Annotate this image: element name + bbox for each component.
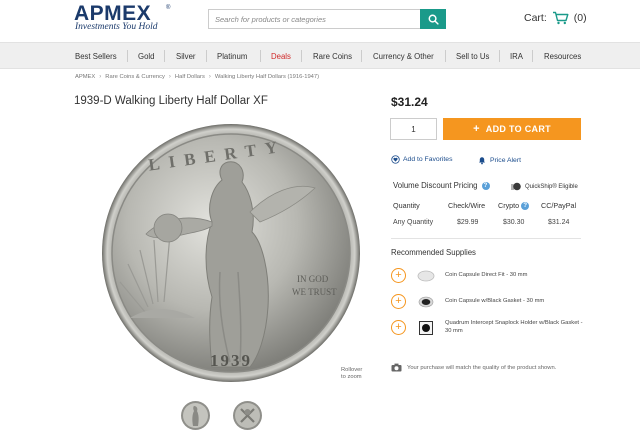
nav-divider — [499, 50, 500, 62]
nav-divider — [445, 50, 446, 62]
nav-gold[interactable]: Gold — [138, 43, 154, 69]
product-image[interactable]: LIBERTY IN GOD WE TRUST 1939 — [100, 122, 362, 384]
logo-registered-mark: ® — [166, 5, 171, 11]
plus-icon: + — [473, 122, 480, 135]
pricing-cell-crypto: $30.30 — [503, 219, 525, 226]
svg-text:1939: 1939 — [210, 351, 252, 370]
recommended-item-name[interactable]: Coin Capsule Direct Fit - 30 mm — [445, 271, 585, 279]
capsule-image — [417, 269, 435, 283]
rollover-line: Rollover — [341, 367, 363, 373]
chevron-right-icon: › — [168, 74, 171, 80]
product-quality-note: Your purchase will match the quality of … — [391, 363, 556, 372]
quickship-icon — [511, 182, 521, 191]
nav-silver[interactable]: Silver — [176, 43, 196, 69]
heart-plus-icon — [391, 155, 400, 164]
column-header-quantity: Quantity — [393, 201, 420, 210]
divider — [391, 238, 581, 239]
cart-link[interactable]: Cart: (0) — [524, 11, 587, 25]
recommended-supplies-title: Recommended Supplies — [391, 248, 476, 257]
gasket-capsule-image — [417, 295, 435, 309]
svg-text:IN GOD: IN GOD — [297, 274, 329, 284]
help-icon[interactable]: ? — [481, 181, 490, 190]
column-header-crypto: Crypto ? — [498, 201, 530, 210]
nav-divider — [164, 50, 165, 62]
nav-ira[interactable]: IRA — [510, 43, 523, 69]
nav-divider — [206, 50, 207, 62]
bell-icon — [479, 157, 485, 165]
main-nav: Best Sellers Gold Silver Platinum Deals … — [0, 42, 640, 69]
coin-thumbnail-image — [181, 401, 210, 430]
quantity-input[interactable] — [390, 118, 437, 140]
chevron-right-icon: › — [99, 74, 102, 80]
chevron-right-icon: › — [208, 74, 211, 80]
volume-discount-title: Volume Discount Pricing ? — [393, 181, 490, 190]
column-header-cc-paypal: CC/PayPal — [541, 201, 577, 210]
breadcrumb-item[interactable]: Walking Liberty Half Dollars (1916-1947) — [215, 74, 319, 80]
nav-divider — [260, 50, 261, 62]
camera-icon — [391, 363, 402, 372]
cart-icon — [552, 11, 569, 25]
product-price: $31.24 — [391, 95, 428, 109]
recommended-item-name[interactable]: Quadrum Intercept Snaplock Holder w/Blac… — [445, 319, 585, 335]
product-title: 1939-D Walking Liberty Half Dollar XF — [74, 95, 268, 107]
pricing-cell-quantity: Any Quantity — [393, 219, 434, 226]
recommended-item: + Coin Capsule w/Black Gasket - 30 mm — [391, 294, 544, 309]
pricing-cell-check-wire: $29.99 — [457, 219, 479, 226]
site-header: APMEX ® Investments You Hold Cart: (0) — [0, 0, 640, 42]
help-icon[interactable]: ? — [521, 201, 530, 210]
search-button[interactable] — [420, 9, 446, 29]
add-supply-button[interactable]: + — [391, 268, 406, 283]
cart-count: (0) — [573, 12, 587, 24]
nav-divider — [361, 50, 362, 62]
apmex-logo[interactable]: APMEX ® Investments You Hold — [74, 2, 174, 36]
nav-best-sellers[interactable]: Best Sellers — [75, 43, 117, 69]
recommended-item: + Coin Capsule Direct Fit - 30 mm — [391, 268, 527, 283]
price-alert-link[interactable]: Price Alert — [477, 155, 521, 165]
breadcrumb-item[interactable]: APMEX — [75, 74, 95, 80]
add-supply-button[interactable]: + — [391, 320, 406, 335]
snaplock-holder-image — [417, 320, 435, 335]
nav-rare-coins[interactable]: Rare Coins — [313, 43, 352, 69]
volume-discount-label: Volume Discount Pricing — [393, 181, 478, 190]
recommended-item-name[interactable]: Coin Capsule w/Black Gasket - 30 mm — [445, 297, 585, 305]
nav-divider — [127, 50, 128, 62]
add-to-cart-label: ADD TO CART — [485, 124, 551, 134]
cart-label: Cart: — [524, 12, 547, 24]
nav-resources[interactable]: Resources — [544, 43, 581, 69]
add-supply-button[interactable]: + — [391, 294, 406, 309]
thumbnail-reverse[interactable] — [232, 400, 263, 431]
quickship-badge: QuickShip® Eligible — [511, 182, 578, 191]
coin-image: LIBERTY IN GOD WE TRUST 1939 — [102, 124, 360, 382]
column-header-check-wire: Check/Wire — [448, 201, 486, 210]
add-to-favorites-link[interactable]: Add to Favorites — [391, 155, 453, 164]
price-alert-label: Price Alert — [490, 156, 521, 164]
search-input[interactable] — [208, 9, 420, 29]
nav-currency-other[interactable]: Currency & Other — [373, 43, 434, 69]
nav-platinum[interactable]: Platinum — [217, 43, 247, 69]
thumbnail-obverse[interactable] — [180, 400, 211, 431]
add-to-cart-button[interactable]: + ADD TO CART — [443, 118, 581, 140]
quickship-label: QuickShip® Eligible — [525, 183, 578, 190]
breadcrumb: APMEX › Rare Coins & Currency › Half Dol… — [75, 74, 319, 80]
rollover-line: to zoom — [341, 374, 362, 380]
svg-text:WE TRUST: WE TRUST — [292, 287, 337, 297]
logo-tagline: Investments You Hold — [75, 22, 158, 32]
pricing-cell-cc-paypal: $31.24 — [548, 219, 570, 226]
add-to-favorites-label: Add to Favorites — [403, 156, 453, 163]
search-icon — [428, 14, 439, 25]
product-quality-note-text: Your purchase will match the quality of … — [407, 364, 557, 371]
recommended-item: + Quadrum Intercept Snaplock Holder w/Bl… — [391, 320, 583, 335]
breadcrumb-item[interactable]: Half Dollars — [175, 74, 205, 80]
nav-divider — [532, 50, 533, 62]
nav-divider — [301, 50, 302, 62]
nav-deals[interactable]: Deals — [271, 43, 291, 69]
coin-thumbnail-image — [233, 401, 262, 430]
rollover-zoom-hint: Rollover to zoom — [341, 367, 362, 381]
column-header-crypto-label: Crypto — [498, 201, 520, 210]
breadcrumb-item[interactable]: Rare Coins & Currency — [105, 74, 165, 80]
nav-sell-to-us[interactable]: Sell to Us — [456, 43, 489, 69]
